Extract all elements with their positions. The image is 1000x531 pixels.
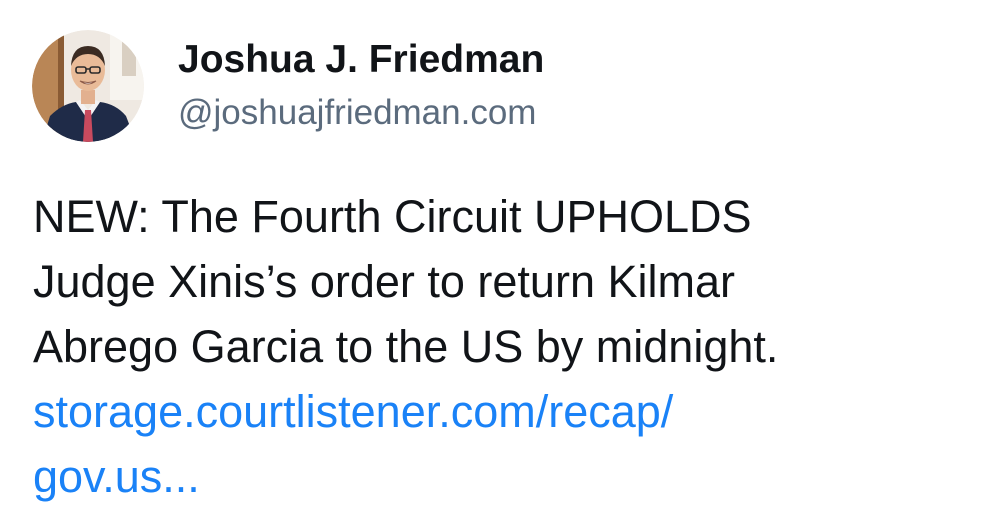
post-text-line: Abrego Garcia to the US by midnight. [33,321,779,372]
profile-photo-icon [32,30,144,142]
post-text: NEW: The Fourth Circuit UPHOLDS Judge Xi… [33,184,983,509]
author-handle[interactable]: @joshuajfriedman.com [178,92,544,134]
social-post: Joshua J. Friedman @joshuajfriedman.com … [0,0,1000,531]
author-avatar[interactable] [32,30,144,142]
author-info[interactable]: Joshua J. Friedman @joshuajfriedman.com [178,36,544,134]
post-text-line: Judge Xinis’s order to return Kilmar [33,256,735,307]
author-display-name[interactable]: Joshua J. Friedman [178,36,544,84]
post-link-continued[interactable]: gov.us... [33,444,983,509]
post-text-line: NEW: The Fourth Circuit UPHOLDS [33,191,752,242]
post-link[interactable]: storage.courtlistener.com/recap/ [33,379,983,444]
